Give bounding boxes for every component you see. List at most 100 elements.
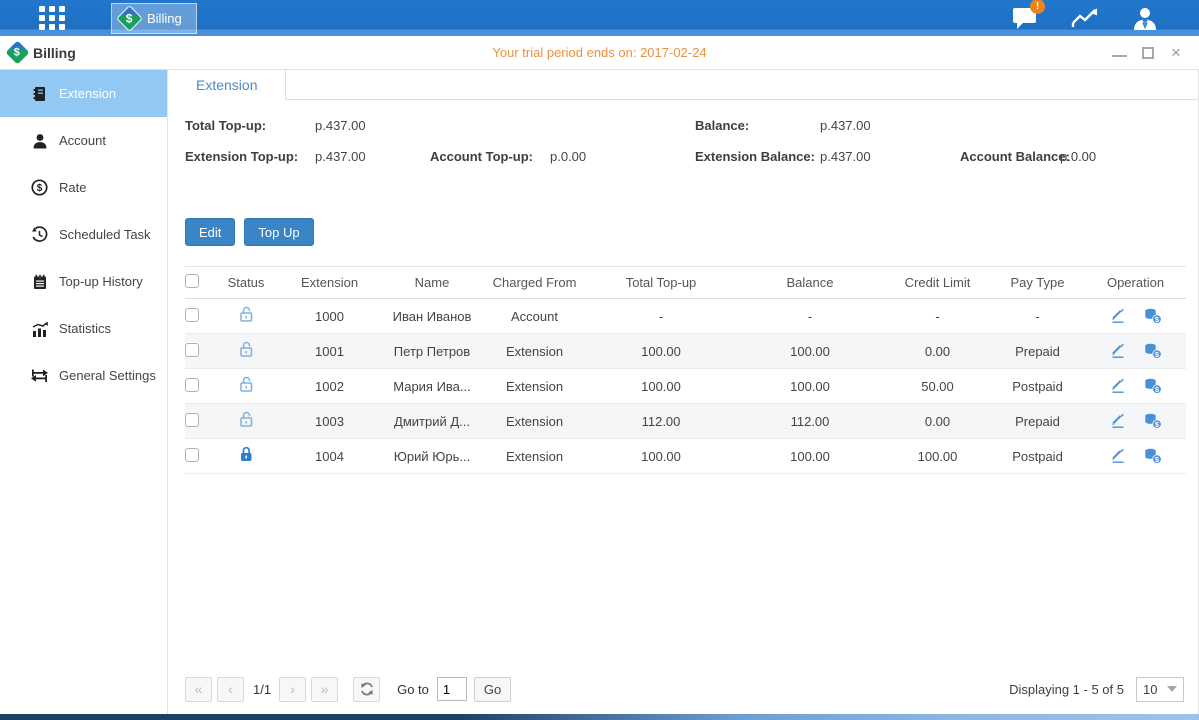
top-up-row-icon[interactable]: $ bbox=[1144, 448, 1162, 464]
status-lock-icon[interactable] bbox=[238, 411, 255, 428]
svg-text:$: $ bbox=[37, 183, 43, 194]
row-checkbox[interactable] bbox=[185, 308, 199, 322]
edit-row-icon[interactable] bbox=[1110, 413, 1126, 429]
cell-total-topup: 100.00 bbox=[587, 344, 735, 359]
billing-app-icon: $ bbox=[116, 5, 143, 32]
goto-page-input[interactable] bbox=[437, 677, 467, 701]
cell-total-topup: 100.00 bbox=[587, 449, 735, 464]
sidebar-item-extension[interactable]: Extension bbox=[0, 70, 167, 117]
col-balance: Balance bbox=[735, 275, 885, 290]
total-topup-label: Total Top-up: bbox=[185, 118, 266, 133]
status-lock-icon[interactable] bbox=[238, 341, 255, 358]
row-checkbox[interactable] bbox=[185, 413, 199, 427]
row-checkbox[interactable] bbox=[185, 343, 199, 357]
top-up-row-icon[interactable]: $ bbox=[1144, 413, 1162, 429]
chevron-down-icon bbox=[1167, 686, 1177, 692]
row-checkbox[interactable] bbox=[185, 378, 199, 392]
edit-row-icon[interactable] bbox=[1110, 448, 1126, 464]
sidebar-item-label: Scheduled Task bbox=[59, 227, 151, 242]
main-content: Extension Total Top-up: p.437.00 Balance… bbox=[168, 70, 1199, 714]
table-row: 1002 Мария Ива... Extension 100.00 100.0… bbox=[185, 369, 1186, 404]
statistics-topbar-button[interactable] bbox=[1069, 5, 1101, 31]
notifications-button[interactable]: ! bbox=[1009, 5, 1041, 31]
top-up-row-icon[interactable]: $ bbox=[1144, 308, 1162, 324]
refresh-button[interactable] bbox=[353, 677, 380, 702]
select-all-checkbox[interactable] bbox=[185, 274, 199, 288]
sidebar-item-rate[interactable]: $ Rate bbox=[0, 164, 167, 211]
edit-row-icon[interactable] bbox=[1110, 343, 1126, 359]
first-page-button[interactable]: « bbox=[185, 677, 212, 702]
status-lock-icon[interactable] bbox=[238, 306, 255, 323]
sidebar-item-scheduled-task[interactable]: Scheduled Task bbox=[0, 211, 167, 258]
row-checkbox[interactable] bbox=[185, 448, 199, 462]
col-extension: Extension bbox=[277, 275, 382, 290]
cell-total-topup: 112.00 bbox=[587, 414, 735, 429]
cell-charged-from: Account bbox=[482, 309, 587, 324]
pagination-bar: « ‹ 1/1 › » Go to Go Displaying 1 - 5 of… bbox=[168, 670, 1198, 714]
go-button[interactable]: Go bbox=[474, 677, 511, 702]
account-topup-value: p.0.00 bbox=[550, 149, 586, 164]
user-account-button[interactable] bbox=[1129, 5, 1161, 31]
page-size-select[interactable]: 10 bbox=[1136, 677, 1184, 702]
sidebar-item-general-settings[interactable]: General Settings bbox=[0, 352, 167, 399]
next-page-button[interactable]: › bbox=[279, 677, 306, 702]
col-credit-limit: Credit Limit bbox=[885, 275, 990, 290]
account-topup-label: Account Top-up: bbox=[430, 149, 533, 164]
cell-pay-type: Prepaid bbox=[990, 414, 1085, 429]
topup-history-notebook-icon bbox=[31, 274, 48, 290]
col-pay-type: Pay Type bbox=[990, 275, 1085, 290]
col-charged-from: Charged From bbox=[482, 275, 587, 290]
table-row: 1001 Петр Петров Extension 100.00 100.00… bbox=[185, 334, 1186, 369]
edit-button[interactable]: Edit bbox=[185, 218, 235, 246]
extension-topup-label: Extension Top-up: bbox=[185, 149, 298, 164]
prev-page-button[interactable]: ‹ bbox=[217, 677, 244, 702]
rate-dollar-icon: $ bbox=[31, 179, 48, 196]
account-balance-value: p.0.00 bbox=[1060, 149, 1096, 164]
cell-total-topup: 100.00 bbox=[587, 379, 735, 394]
minimize-button[interactable] bbox=[1112, 49, 1127, 57]
cell-charged-from: Extension bbox=[482, 344, 587, 359]
desktop-edge-strip bbox=[0, 714, 1199, 720]
cell-credit-limit: - bbox=[885, 309, 990, 324]
page-indicator: 1/1 bbox=[253, 682, 271, 697]
cell-balance: 112.00 bbox=[735, 414, 885, 429]
sidebar-item-label: Rate bbox=[59, 180, 86, 195]
top-up-row-icon[interactable]: $ bbox=[1144, 378, 1162, 394]
table-header-row: Status Extension Name Charged From Total… bbox=[185, 267, 1186, 299]
scheduled-task-clock-icon bbox=[31, 226, 48, 243]
goto-label: Go to bbox=[397, 682, 429, 697]
top-up-button[interactable]: Top Up bbox=[244, 218, 313, 246]
edit-row-icon[interactable] bbox=[1110, 378, 1126, 394]
close-button[interactable]: × bbox=[1169, 46, 1183, 60]
sidebar-item-label: Top-up History bbox=[59, 274, 143, 289]
cell-balance: 100.00 bbox=[735, 344, 885, 359]
cell-extension: 1002 bbox=[277, 379, 382, 394]
extension-balance-value: p.437.00 bbox=[820, 149, 871, 164]
window-title-bar: $ Billing Your trial period ends on: 201… bbox=[0, 36, 1199, 70]
maximize-button[interactable] bbox=[1142, 47, 1154, 59]
cell-pay-type: - bbox=[990, 309, 1085, 324]
edit-row-icon[interactable] bbox=[1110, 308, 1126, 324]
extension-ledger-icon bbox=[31, 86, 48, 102]
tab-extension[interactable]: Extension bbox=[168, 70, 286, 100]
cell-name: Петр Петров bbox=[382, 344, 482, 359]
col-total-topup: Total Top-up bbox=[587, 275, 735, 290]
cell-name: Дмитрий Д... bbox=[382, 414, 482, 429]
app-grid-icon[interactable] bbox=[35, 3, 69, 33]
cell-extension: 1000 bbox=[277, 309, 382, 324]
table-row: 1003 Дмитрий Д... Extension 112.00 112.0… bbox=[185, 404, 1186, 439]
open-app-tab-billing[interactable]: $ Billing bbox=[111, 3, 197, 34]
top-app-bar: $ Billing ! bbox=[0, 0, 1199, 36]
cell-credit-limit: 100.00 bbox=[885, 449, 990, 464]
extension-topup-value: p.437.00 bbox=[315, 149, 366, 164]
cell-pay-type: Prepaid bbox=[990, 344, 1085, 359]
top-up-row-icon[interactable]: $ bbox=[1144, 343, 1162, 359]
sidebar-item-statistics[interactable]: Statistics bbox=[0, 305, 167, 352]
col-name: Name bbox=[382, 275, 482, 290]
last-page-button[interactable]: » bbox=[311, 677, 338, 702]
status-lock-icon[interactable] bbox=[238, 376, 255, 393]
sidebar-item-topup-history[interactable]: Top-up History bbox=[0, 258, 167, 305]
sidebar-item-account[interactable]: Account bbox=[0, 117, 167, 164]
sidebar-item-label: General Settings bbox=[59, 368, 156, 383]
status-lock-icon[interactable] bbox=[238, 446, 255, 463]
